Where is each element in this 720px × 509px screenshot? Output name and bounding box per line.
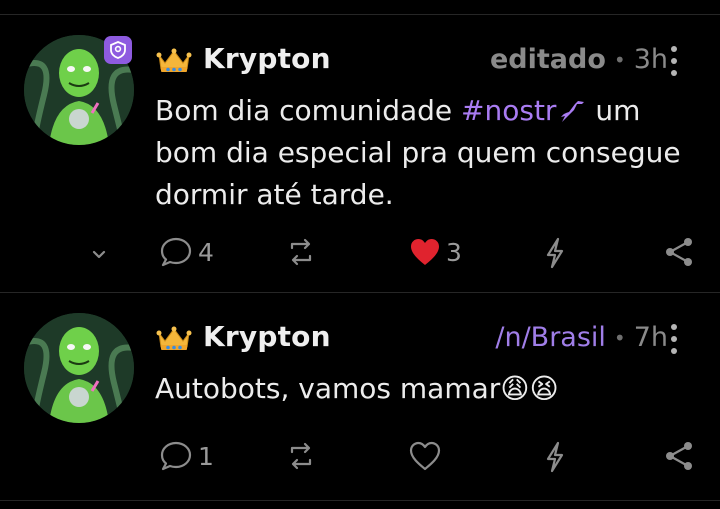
post-card[interactable]: Krypton editado • 3h Bom dia comunidade … [0,0,720,292]
lightning-icon [546,441,564,473]
feed: Krypton editado • 3h Bom dia comunidade … [0,0,720,509]
kebab-menu-icon[interactable] [670,324,678,354]
share-icon [666,442,692,470]
edited-label: editado [490,44,606,75]
post-time: 7h [633,322,668,353]
reply-count: 4 [198,237,214,267]
author-name[interactable]: Krypton [203,42,331,75]
post-content: Bom dia comunidade #nostr um bom dia esp… [155,90,700,216]
hashtag-link[interactable]: #nostr [461,94,556,127]
speech-bubble-icon [160,441,192,471]
ostrich-icon [561,101,585,122]
like-button[interactable]: 3 [408,236,462,268]
action-bar: 1 [0,438,720,482]
avatar-image [24,313,134,423]
divider [0,500,720,501]
lightning-icon [546,237,564,269]
post-meta: editado • 3h [490,44,668,75]
shield-badge-icon [104,36,132,64]
share-icon [666,238,692,266]
repost-icon [290,442,312,470]
crown-icon [156,48,192,72]
emoji: 😩😫 [500,372,559,405]
crown-icon [156,326,192,350]
repost-button[interactable] [282,438,320,474]
share-button[interactable] [662,438,696,474]
separator-dot: • [613,325,626,350]
repost-icon [290,238,312,266]
like-button[interactable] [408,440,442,472]
post-text: Bom dia comunidade [155,94,462,127]
community-link[interactable]: /n/Brasil [495,322,606,353]
chevron-down-icon [92,250,106,259]
post-text: Autobots, vamos mamar [155,372,501,405]
heart-icon [409,441,441,471]
heart-icon [411,239,439,265]
separator-dot: • [613,47,626,72]
zap-button[interactable] [540,236,570,270]
reply-button[interactable]: 1 [158,438,214,474]
reply-button[interactable]: 4 [158,234,214,270]
post-card[interactable]: Krypton /n/Brasil • 7h Autobots, vamos m… [0,292,720,502]
avatar[interactable] [24,313,134,423]
post-meta: /n/Brasil • 7h [495,322,668,353]
author-name[interactable]: Krypton [203,320,331,353]
action-bar: 4 3 [0,234,720,278]
post-time: 3h [633,44,668,75]
repost-button[interactable] [282,234,320,270]
reply-count: 1 [198,441,214,471]
share-button[interactable] [662,234,696,270]
like-count: 3 [446,237,462,267]
expand-button[interactable] [88,244,110,266]
speech-bubble-icon [160,237,192,267]
zap-button[interactable] [540,440,570,474]
kebab-menu-icon[interactable] [670,46,678,76]
post-content: Autobots, vamos mamar😩😫 [155,368,700,410]
